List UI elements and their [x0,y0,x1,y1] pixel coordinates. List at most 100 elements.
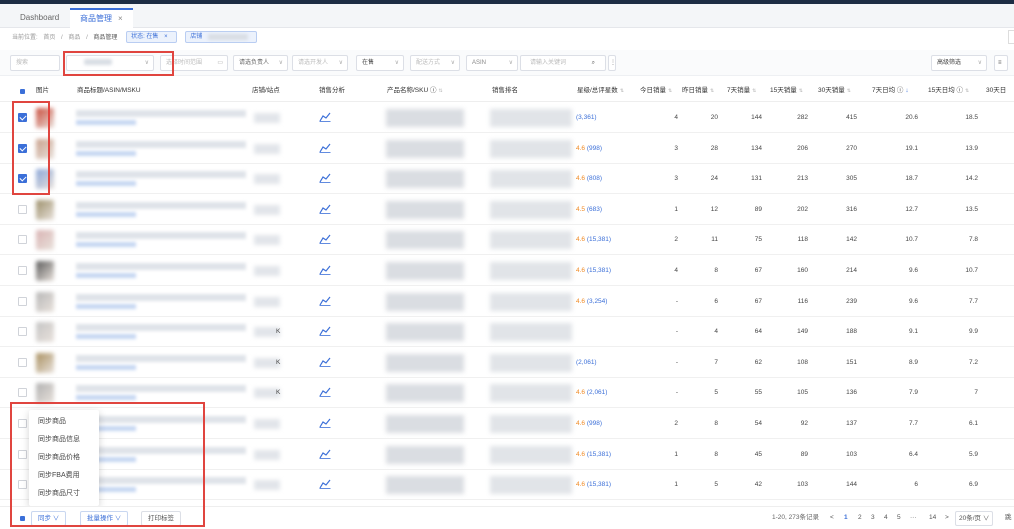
page-size-select[interactable]: 20条/页 ∨ [955,511,994,526]
trend-chart-icon[interactable] [319,112,331,122]
header-yesterday[interactable]: 昨日销量 ⇅ [682,80,714,102]
close-icon[interactable]: × [164,34,168,40]
table-row[interactable]: 4.6 (15,381) 2 11 75 118 142 10.7 7.8 [0,225,1014,256]
review-count[interactable]: (15,381) [587,236,611,243]
rating-cell[interactable]: (2,061) [576,348,597,378]
more-options-icon[interactable]: ⋮ [608,55,616,71]
trend-chart-icon[interactable] [319,449,331,459]
table-row[interactable]: 4.5 (683) 1 12 89 202 316 12.7 13.5 [0,195,1014,225]
header-7d[interactable]: 7天销量 ⇅ [727,80,756,102]
rating-cell[interactable]: (3,361) [576,103,597,133]
header-avg15[interactable]: 15天日均 ⓘ ⇅ [928,80,969,102]
collapse-handle[interactable] [1008,30,1014,44]
product-thumbnail[interactable] [36,322,54,343]
search-input[interactable]: 搜索 [10,55,60,71]
blurred-asin[interactable] [76,120,136,125]
trend-chart-icon[interactable] [319,418,331,428]
blurred-asin[interactable] [76,150,136,156]
trend-chart-icon[interactable] [319,143,331,153]
row-checkbox[interactable] [18,266,27,275]
close-icon[interactable]: × [118,14,123,23]
row-checkbox[interactable] [18,388,27,398]
page-5[interactable]: 5 [897,512,901,524]
tab-product-management[interactable]: 商品管理 × [70,8,133,28]
rating-cell[interactable]: 4.6 (15,381) [576,256,611,286]
header-product[interactable]: 产品名称/SKU ⓘ ⇅ [387,80,443,102]
review-count[interactable]: (998) [587,420,602,427]
trend-chart-icon[interactable] [319,296,331,306]
filter-tag-shop[interactable]: 店铺 [185,31,257,44]
table-row[interactable]: 4.6 (808) 3 24 131 213 305 18.7 14.2 [0,164,1014,195]
table-row[interactable]: K - 4 64 149 188 9.1 9.9 [0,317,1014,348]
review-count[interactable]: (15,381) [587,481,611,488]
rating-cell[interactable]: 4.6 (998) [576,409,602,439]
blurred-asin[interactable] [76,395,136,401]
review-count[interactable]: (2,061) [587,389,608,396]
table-row[interactable]: K (2,061) - 7 62 108 151 8.9 7.2 [0,348,1014,378]
row-checkbox[interactable] [18,357,27,367]
table-row[interactable]: 4.6 (998) 3 28 134 206 270 19.1 13.9 [0,134,1014,164]
review-count[interactable]: (15,381) [587,451,611,458]
trend-chart-icon[interactable] [319,204,331,214]
blurred-asin[interactable] [76,364,136,370]
rating-cell[interactable]: 4.5 (683) [576,195,602,225]
table-row[interactable]: 4.6 (15,381) 4 8 67 160 214 9.6 10.7 [0,256,1014,286]
product-thumbnail[interactable] [36,383,54,404]
tab-dashboard[interactable]: Dashboard [10,8,69,28]
filter-tag-status[interactable]: 状态: 在售 × [126,31,177,44]
next-page-button[interactable]: > [945,512,949,524]
header-15d[interactable]: 15天销量 ⇅ [770,80,803,102]
page-ellipsis[interactable]: ··· [910,512,917,524]
page-1[interactable]: 1 [844,512,848,524]
review-count[interactable]: (808) [587,175,602,182]
field-select[interactable]: ASIN ∨ [466,55,518,71]
rating-cell[interactable]: 4.6 (15,381) [576,440,611,470]
advanced-filter-button[interactable]: 高级筛选 ∨ [931,55,987,71]
breadcrumb-home[interactable]: 首页 [43,35,55,41]
blurred-asin[interactable] [76,303,136,309]
header-rating[interactable]: 星级/总评星数 ⇅ [577,80,624,102]
rating-cell[interactable]: 4.6 (2,061) [576,378,607,408]
product-thumbnail[interactable] [36,199,54,220]
page-3[interactable]: 3 [871,512,875,524]
table-row[interactable]: (3,361) 4 20 144 282 415 20.6 18.5 [0,103,1014,133]
rating-cell[interactable]: 4.6 (15,381) [576,225,611,255]
rating-cell[interactable]: 4.6 (3,254) [576,287,607,317]
developer-select[interactable]: 请选开发人 ∨ [292,55,348,71]
owner-select[interactable]: 请选负责人 ∨ [233,55,288,71]
product-thumbnail[interactable] [36,261,54,281]
blurred-asin[interactable] [76,242,136,248]
row-checkbox[interactable] [18,327,27,337]
page-4[interactable]: 4 [884,512,888,524]
blurred-asin[interactable] [76,211,136,217]
keyword-input[interactable]: 请输入关键词 ⌕ [520,55,606,71]
trend-chart-icon[interactable] [319,357,331,367]
fulfillment-select[interactable]: 配送方式 ∨ [410,55,460,71]
trend-chart-icon[interactable] [319,479,331,490]
header-30d[interactable]: 30天销量 ⇅ [818,80,851,102]
page-2[interactable]: 2 [858,512,862,524]
breadcrumb-product[interactable]: 商品 [68,35,80,41]
header-avg7[interactable]: 7天日均 ⓘ ↓ [872,80,909,102]
rating-cell[interactable]: 4.6 (998) [576,134,602,164]
trend-chart-icon[interactable] [319,265,331,275]
blurred-asin[interactable] [76,181,136,187]
page-14[interactable]: 14 [929,512,936,524]
rating-cell[interactable]: 4.6 (15,381) [576,470,611,500]
review-count[interactable]: (683) [587,206,602,213]
trend-chart-icon[interactable] [319,173,331,184]
table-row[interactable]: 4.6 (3,254) - 6 67 116 239 9.6 7.7 [0,287,1014,317]
blurred-asin[interactable] [76,334,136,340]
header-today[interactable]: 今日销量 ⇅ [640,80,672,102]
review-count[interactable]: (2,061) [576,359,597,366]
rating-cell[interactable]: 4.6 (808) [576,164,602,194]
trend-chart-icon[interactable] [319,326,331,337]
select-all-checkbox[interactable] [20,89,25,94]
product-thumbnail[interactable] [36,230,54,251]
trend-chart-icon[interactable] [319,387,331,398]
column-settings-icon[interactable]: ≡ [994,55,1008,71]
trend-chart-icon[interactable] [319,234,331,245]
product-thumbnail[interactable] [36,352,54,373]
row-checkbox[interactable] [18,204,27,214]
review-count[interactable]: (15,381) [587,267,611,274]
